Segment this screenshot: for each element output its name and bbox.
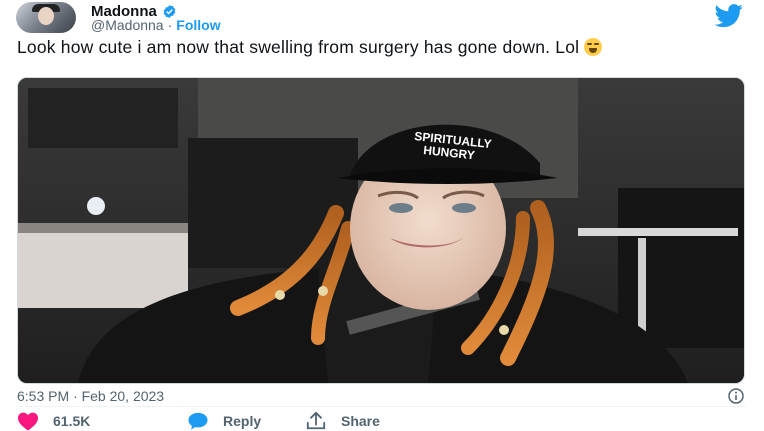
tweet-actions: 61.5K Reply Share <box>17 411 380 431</box>
info-icon[interactable] <box>728 388 744 404</box>
heart-icon <box>18 412 38 431</box>
like-button[interactable]: 61.5K <box>17 411 187 431</box>
author-handle[interactable]: @Madonna <box>91 17 164 33</box>
tweet-timestamp[interactable]: 6:53 PM · Feb 20, 2023 <box>17 388 164 404</box>
tweet-photo[interactable]: SPIRITUALLY HUNGRY <box>17 77 745 384</box>
follow-button[interactable]: Follow <box>176 17 220 33</box>
laughing-tears-emoji-icon <box>584 38 603 56</box>
twitter-bird-icon[interactable] <box>714 4 744 28</box>
share-button[interactable]: Share <box>305 411 380 431</box>
tweet-embed-card: Madonna @Madonna · Follow Look how cute … <box>0 0 764 431</box>
photo-illustration: SPIRITUALLY HUNGRY <box>18 78 744 383</box>
tweet-body: Look how cute i am now that swelling fro… <box>17 37 580 57</box>
tweet-text: Look how cute i am now that swelling fro… <box>17 37 737 58</box>
reply-button[interactable]: Reply <box>187 411 305 431</box>
footer-divider <box>16 406 746 407</box>
share-label: Share <box>341 413 380 429</box>
avatar[interactable] <box>16 2 76 33</box>
reply-label: Reply <box>223 413 262 429</box>
reply-bubble-icon <box>188 412 208 430</box>
like-count: 61.5K <box>53 413 91 429</box>
separator-dot: · <box>167 17 173 33</box>
handle-row: @Madonna · Follow <box>91 17 221 33</box>
share-icon <box>306 411 326 430</box>
